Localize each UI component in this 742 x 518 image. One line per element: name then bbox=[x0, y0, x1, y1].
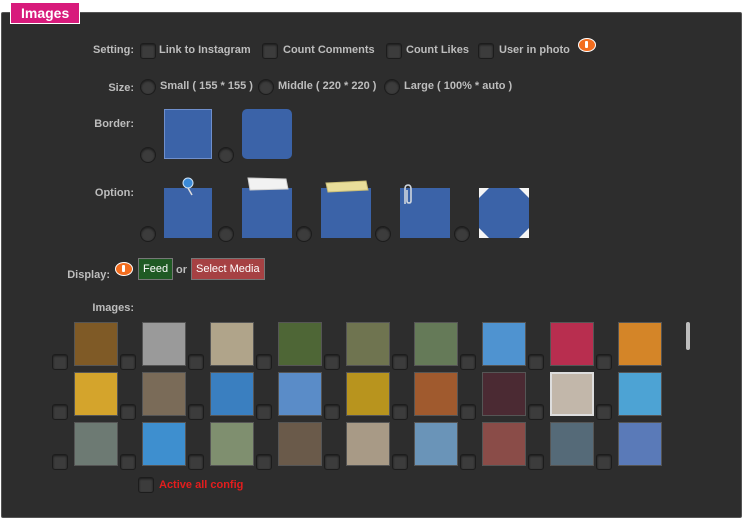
thumbnail-15[interactable] bbox=[414, 372, 458, 416]
thumbnail-24[interactable] bbox=[414, 422, 458, 466]
image-checkbox[interactable] bbox=[460, 404, 476, 420]
border-label: Border: bbox=[94, 118, 134, 130]
image-checkbox[interactable] bbox=[52, 354, 68, 370]
user-in-photo-checkbox[interactable] bbox=[478, 43, 494, 59]
size-small-radio[interactable] bbox=[140, 79, 156, 95]
select-media-button[interactable]: Select Media bbox=[191, 258, 265, 280]
option-note-preview[interactable] bbox=[321, 188, 371, 238]
option-label: Option: bbox=[94, 187, 134, 199]
thumbnail-18[interactable] bbox=[618, 372, 662, 416]
image-checkbox[interactable] bbox=[256, 404, 272, 420]
image-checkbox[interactable] bbox=[256, 354, 272, 370]
clip-icon bbox=[404, 184, 412, 204]
feed-button[interactable]: Feed bbox=[138, 258, 174, 280]
size-middle-radio[interactable] bbox=[258, 79, 274, 95]
image-checkbox[interactable] bbox=[188, 454, 204, 470]
thumbnail-7[interactable] bbox=[482, 322, 526, 366]
image-checkbox[interactable] bbox=[52, 454, 68, 470]
link-to-instagram-label: Link to Instagram bbox=[159, 44, 251, 56]
thumbnail-20[interactable] bbox=[142, 422, 186, 466]
size-middle-label: Middle ( 220 * 220 ) bbox=[278, 80, 377, 92]
images-label: Images: bbox=[92, 302, 134, 314]
thumbnail-3[interactable] bbox=[210, 322, 254, 366]
option-note-radio[interactable] bbox=[296, 226, 312, 242]
thumbnail-11[interactable] bbox=[142, 372, 186, 416]
image-checkbox[interactable] bbox=[392, 354, 408, 370]
thumbnail-2[interactable] bbox=[142, 322, 186, 366]
count-likes-label: Count Likes bbox=[406, 44, 469, 56]
thumbnail-6[interactable] bbox=[414, 322, 458, 366]
image-checkbox[interactable] bbox=[392, 454, 408, 470]
image-checkbox[interactable] bbox=[528, 354, 544, 370]
thumbnail-17[interactable] bbox=[550, 372, 594, 416]
display-label: Display: bbox=[67, 269, 110, 281]
info-icon[interactable] bbox=[578, 38, 596, 52]
setting-label: Setting: bbox=[93, 44, 134, 56]
or-text: or bbox=[176, 264, 187, 276]
border-option-1-radio[interactable] bbox=[140, 147, 156, 163]
thumbnail-1[interactable] bbox=[74, 322, 118, 366]
image-checkbox[interactable] bbox=[324, 404, 340, 420]
size-small-label: Small ( 155 * 155 ) bbox=[160, 80, 253, 92]
image-checkbox[interactable] bbox=[596, 354, 612, 370]
count-comments-label: Count Comments bbox=[283, 44, 375, 56]
image-checkbox[interactable] bbox=[596, 404, 612, 420]
thumbnail-9[interactable] bbox=[618, 322, 662, 366]
link-to-instagram-checkbox[interactable] bbox=[140, 43, 156, 59]
image-checkbox[interactable] bbox=[120, 354, 136, 370]
display-info-icon[interactable] bbox=[115, 262, 133, 276]
thumbnail-14[interactable] bbox=[346, 372, 390, 416]
count-comments-checkbox[interactable] bbox=[262, 43, 278, 59]
image-checkbox[interactable] bbox=[188, 354, 204, 370]
active-all-config-checkbox[interactable] bbox=[138, 477, 154, 493]
image-checkbox[interactable] bbox=[120, 404, 136, 420]
note-icon bbox=[325, 180, 369, 193]
pin-icon bbox=[182, 177, 194, 196]
image-checkbox[interactable] bbox=[188, 404, 204, 420]
image-checkbox[interactable] bbox=[52, 404, 68, 420]
image-checkbox[interactable] bbox=[392, 404, 408, 420]
option-pin-radio[interactable] bbox=[140, 226, 156, 242]
thumbnail-12[interactable] bbox=[210, 372, 254, 416]
option-tape-radio[interactable] bbox=[218, 226, 234, 242]
active-all-config-label: Active all config bbox=[159, 479, 244, 491]
images-tab[interactable]: Images bbox=[10, 2, 81, 24]
octagon-icon[interactable] bbox=[479, 188, 529, 238]
thumbnail-10[interactable] bbox=[74, 372, 118, 416]
images-scrollbar[interactable] bbox=[686, 322, 690, 350]
option-octagon-radio[interactable] bbox=[454, 226, 470, 242]
thumbnail-23[interactable] bbox=[346, 422, 390, 466]
thumbnail-25[interactable] bbox=[482, 422, 526, 466]
image-checkbox[interactable] bbox=[460, 454, 476, 470]
thumbnail-8[interactable] bbox=[550, 322, 594, 366]
user-in-photo-label: User in photo bbox=[499, 44, 570, 56]
border-style-2-preview[interactable] bbox=[242, 109, 292, 159]
image-checkbox[interactable] bbox=[460, 354, 476, 370]
thumbnail-27[interactable] bbox=[618, 422, 662, 466]
image-checkbox[interactable] bbox=[528, 404, 544, 420]
thumbnail-26[interactable] bbox=[550, 422, 594, 466]
count-likes-checkbox[interactable] bbox=[386, 43, 402, 59]
image-checkbox[interactable] bbox=[324, 454, 340, 470]
thumbnail-19[interactable] bbox=[74, 422, 118, 466]
image-checkbox[interactable] bbox=[324, 354, 340, 370]
option-clip-radio[interactable] bbox=[375, 226, 391, 242]
image-checkbox[interactable] bbox=[528, 454, 544, 470]
border-option-2-radio[interactable] bbox=[218, 147, 234, 163]
tape-icon bbox=[247, 177, 289, 191]
thumbnail-22[interactable] bbox=[278, 422, 322, 466]
thumbnail-13[interactable] bbox=[278, 372, 322, 416]
thumbnail-21[interactable] bbox=[210, 422, 254, 466]
border-style-1-preview[interactable] bbox=[164, 109, 212, 159]
size-label: Size: bbox=[108, 82, 134, 94]
thumbnail-5[interactable] bbox=[346, 322, 390, 366]
size-large-radio[interactable] bbox=[384, 79, 400, 95]
image-checkbox[interactable] bbox=[120, 454, 136, 470]
thumbnail-16[interactable] bbox=[482, 372, 526, 416]
size-large-label: Large ( 100% * auto ) bbox=[404, 80, 513, 92]
option-tape-preview[interactable] bbox=[242, 188, 292, 238]
image-checkbox[interactable] bbox=[596, 454, 612, 470]
image-checkbox[interactable] bbox=[256, 454, 272, 470]
thumbnail-4[interactable] bbox=[278, 322, 322, 366]
